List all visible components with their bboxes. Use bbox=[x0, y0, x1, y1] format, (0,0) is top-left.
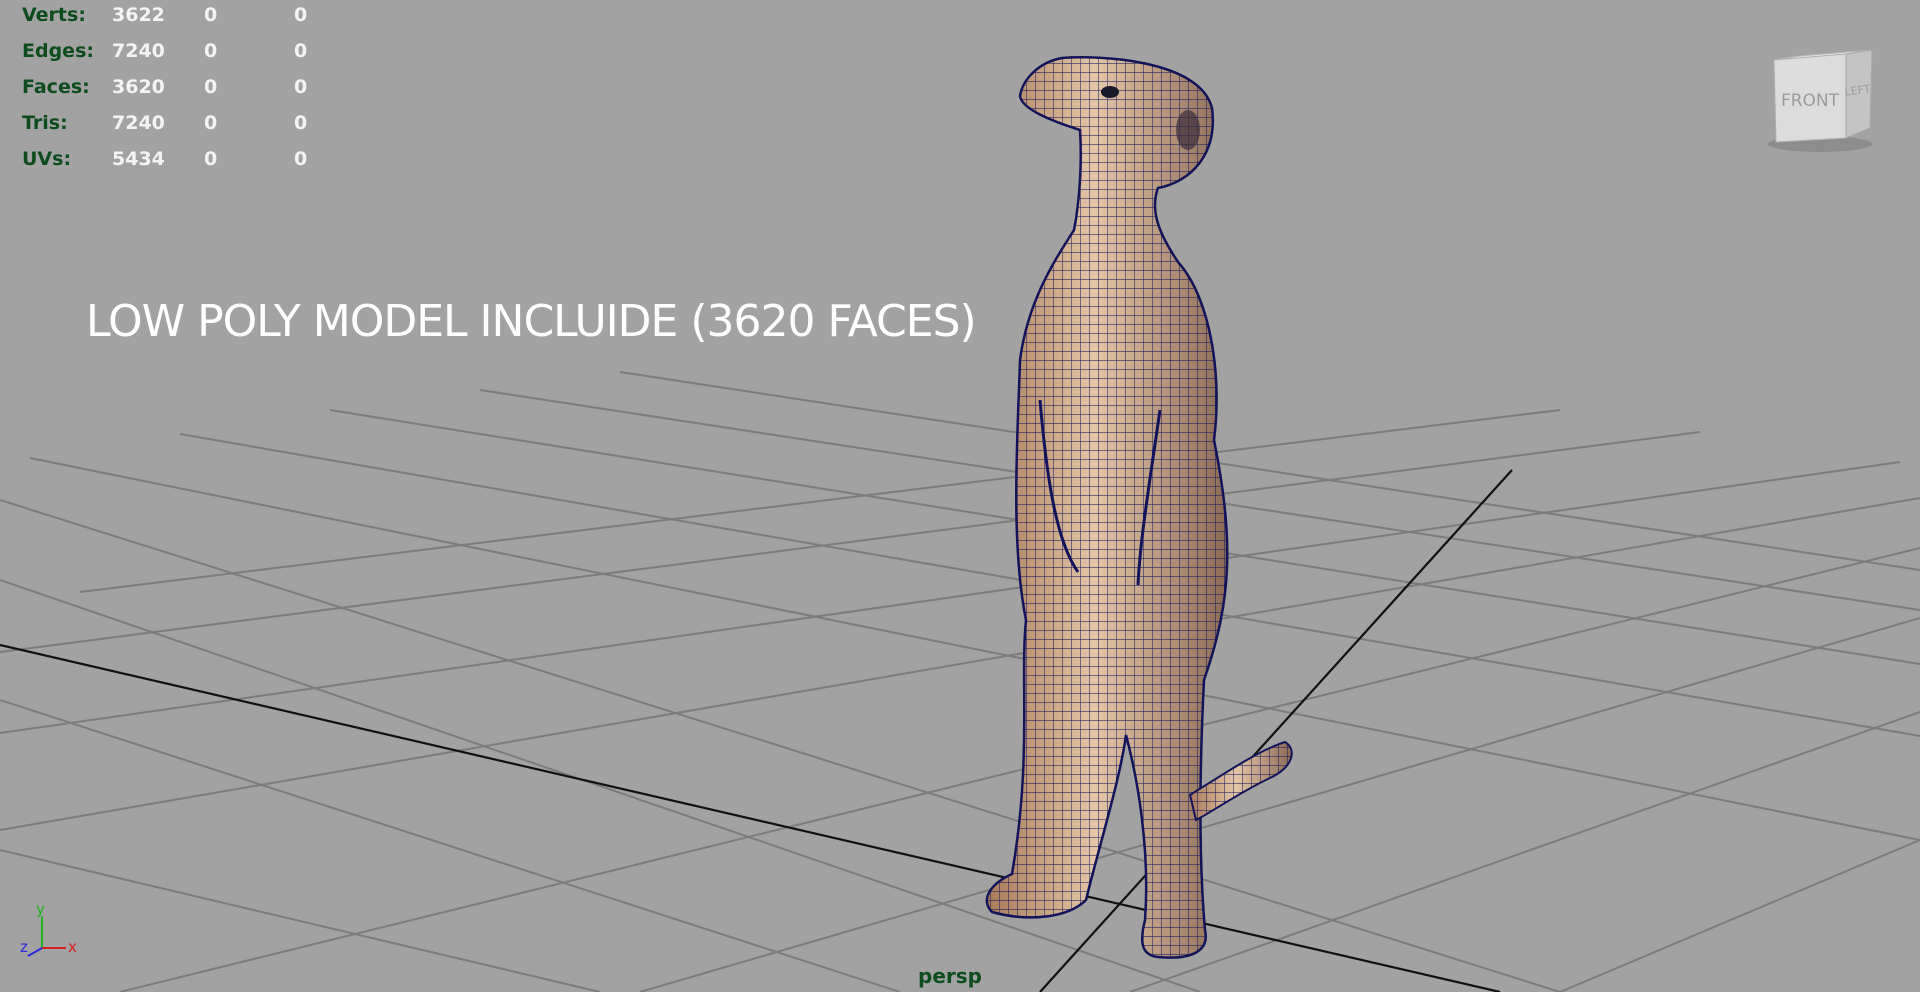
perspective-viewport[interactable] bbox=[0, 0, 1920, 992]
hud-selected-value: 0 bbox=[204, 148, 218, 170]
hud-total-value: 3622 bbox=[112, 4, 165, 26]
viewport-canvas[interactable] bbox=[0, 0, 1920, 992]
hud-label: Faces: bbox=[22, 76, 90, 98]
view-cube[interactable]: FRONT LEFT bbox=[1760, 46, 1880, 156]
view-cube-front-label: FRONT bbox=[1781, 91, 1840, 111]
y-axis-label: y bbox=[36, 900, 45, 918]
x-axis-label: x bbox=[68, 938, 77, 956]
hud-label: Verts: bbox=[22, 4, 86, 26]
overlay-caption: LOW POLY MODEL INCLUIDE (3620 FACES) bbox=[86, 296, 977, 347]
hud-total-value: 7240 bbox=[112, 112, 165, 134]
hud-component-value: 0 bbox=[294, 112, 308, 134]
hud-selected-value: 0 bbox=[204, 4, 218, 26]
hud-selected-value: 0 bbox=[204, 40, 218, 62]
hud-selected-value: 0 bbox=[204, 76, 218, 98]
z-axis-line bbox=[27, 947, 43, 957]
axis-gizmo: y x z bbox=[20, 900, 77, 957]
ground-grid bbox=[0, 371, 1920, 992]
hud-total-value: 5434 bbox=[112, 148, 165, 170]
hud-component-value: 0 bbox=[294, 148, 308, 170]
hud-total-value: 7240 bbox=[112, 40, 165, 62]
camera-name-label: persp bbox=[918, 964, 982, 988]
hud-component-value: 0 bbox=[294, 40, 308, 62]
hud-component-value: 0 bbox=[294, 76, 308, 98]
hud-label: Tris: bbox=[22, 112, 68, 134]
hud-label: Edges: bbox=[22, 40, 94, 62]
z-axis-label: z bbox=[20, 938, 28, 956]
hud-component-value: 0 bbox=[294, 4, 308, 26]
hud-total-value: 3620 bbox=[112, 76, 165, 98]
hud-label: UVs: bbox=[22, 148, 72, 170]
hud-selected-value: 0 bbox=[204, 112, 218, 134]
